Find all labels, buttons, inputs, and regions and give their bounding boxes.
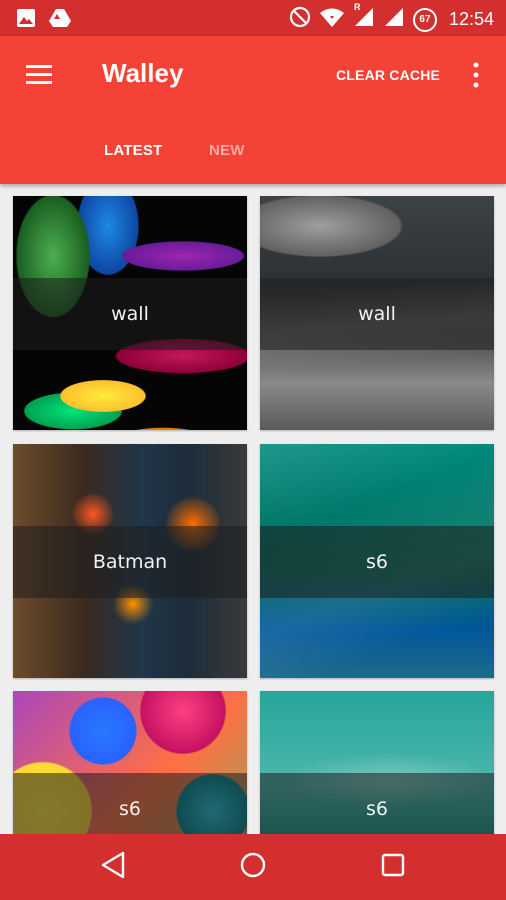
- wallpaper-card[interactable]: s6: [260, 444, 494, 678]
- menu-button[interactable]: [14, 56, 64, 96]
- home-icon: [239, 851, 267, 884]
- wallpaper-label: s6: [366, 551, 388, 573]
- more-vert-icon: [473, 62, 479, 93]
- status-right-icons: R 67 12:54: [289, 2, 494, 33]
- wallpaper-label: wall: [111, 303, 149, 325]
- wallpaper-label: s6: [119, 798, 141, 820]
- clear-cache-button[interactable]: CLEAR CACHE: [336, 67, 440, 83]
- menu-icon: [25, 63, 53, 90]
- navigation-bar: [0, 834, 506, 900]
- network-label: R: [353, 2, 361, 12]
- signal-icon-2: [383, 6, 405, 33]
- wallpaper-label-overlay: s6: [260, 526, 494, 598]
- wifi-icon: [319, 6, 345, 33]
- wallpaper-label: Batman: [92, 551, 168, 573]
- recents-button[interactable]: [378, 852, 408, 882]
- tab-latest[interactable]: LATEST: [104, 142, 162, 159]
- drive-icon: [48, 8, 72, 33]
- app-title: Walley: [102, 58, 184, 88]
- do-not-disturb-icon: [289, 6, 311, 33]
- wallpaper-label: wall: [358, 303, 396, 325]
- more-options-button[interactable]: [464, 61, 488, 93]
- recents-icon: [381, 853, 405, 882]
- app-bar: Walley CLEAR CACHE LATEST NEW: [0, 36, 506, 184]
- wallpaper-card[interactable]: s6: [13, 691, 247, 834]
- status-bar: R 67 12:54: [0, 0, 506, 36]
- wallpaper-card[interactable]: wall: [260, 196, 494, 430]
- image-icon: [16, 8, 36, 33]
- tab-new[interactable]: NEW: [209, 142, 245, 159]
- status-left-icons: [16, 8, 72, 33]
- wallpaper-grid: wall wall Batman s6 s6 s6: [0, 184, 506, 834]
- wallpaper-label-overlay: Batman: [13, 526, 247, 598]
- back-button[interactable]: [98, 851, 128, 884]
- wallpaper-label-overlay: wall: [13, 278, 247, 350]
- wallpaper-card[interactable]: s6: [260, 691, 494, 834]
- wallpaper-card[interactable]: wall: [13, 196, 247, 430]
- wallpaper-card[interactable]: Batman: [13, 444, 247, 678]
- status-time: 12:54: [448, 9, 494, 29]
- home-button[interactable]: [238, 852, 268, 882]
- signal-icon: R: [353, 2, 375, 33]
- back-icon: [100, 851, 126, 884]
- wallpaper-label-overlay: s6: [13, 773, 247, 834]
- wallpaper-label-overlay: s6: [260, 773, 494, 834]
- battery-icon: 67: [412, 7, 437, 32]
- wallpaper-label: s6: [366, 798, 388, 820]
- wallpaper-label-overlay: wall: [260, 278, 494, 350]
